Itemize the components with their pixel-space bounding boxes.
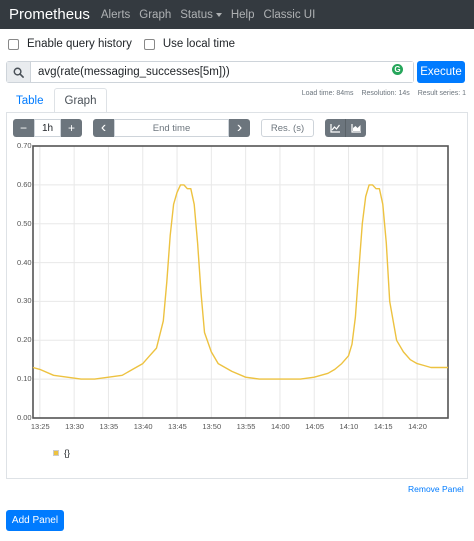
y-tick-label: 0.00 xyxy=(17,413,32,422)
y-tick-label: 0.30 xyxy=(17,296,32,306)
x-tick-label: 13:40 xyxy=(133,422,153,431)
top-navbar: Prometheus Alerts Graph Status Help Clas… xyxy=(0,0,474,29)
y-tick-label: 0.20 xyxy=(17,335,32,345)
y-tick-label: 0.40 xyxy=(17,257,32,267)
result-series-stat: Result series: 1 xyxy=(417,90,466,97)
range-control: − 1h + xyxy=(13,119,82,137)
increase-range-button[interactable]: + xyxy=(61,119,82,137)
stacked-chart-icon[interactable] xyxy=(345,119,366,137)
local-time-checkbox[interactable] xyxy=(143,38,155,50)
tab-graph[interactable]: Graph xyxy=(53,88,108,113)
y-tick-label: 0.10 xyxy=(17,374,32,384)
x-tick-label: 13:45 xyxy=(168,422,187,431)
y-tick-label: 0.70 xyxy=(17,141,32,150)
query-history-checkbox[interactable] xyxy=(8,38,19,50)
nav-graph[interactable]: Graph xyxy=(139,9,171,21)
tab-table[interactable]: Table xyxy=(6,88,54,113)
legend-swatch[interactable] xyxy=(53,450,59,456)
x-tick-label: 14:15 xyxy=(373,422,393,431)
nav-status-label: Status xyxy=(180,8,213,21)
query-stats: Load time: 84ms Resolution: 14s Result s… xyxy=(294,90,466,97)
expression-input[interactable] xyxy=(31,62,413,82)
x-tick-label: 14:10 xyxy=(339,422,359,431)
line-chart-icon[interactable] xyxy=(325,119,345,137)
load-time: Load time: 84ms xyxy=(301,90,354,97)
query-options: Enable query history Use local time xyxy=(8,38,247,50)
caret-down-icon xyxy=(215,12,222,17)
resolution-input[interactable]: Res. (s) xyxy=(261,119,314,137)
add-panel-button[interactable]: Add Panel xyxy=(6,510,64,531)
graph-legend: {} xyxy=(53,448,70,458)
nav-status[interactable]: Status xyxy=(180,9,222,21)
nav-classic-ui[interactable]: Classic UI xyxy=(264,9,316,21)
range-input[interactable]: 1h xyxy=(34,119,61,137)
next-time-button[interactable]: › xyxy=(229,119,250,137)
x-tick-label: 13:35 xyxy=(99,422,119,431)
x-tick-label: 13:30 xyxy=(65,422,84,431)
y-tick-label: 0.60 xyxy=(17,179,32,189)
previous-time-button[interactable]: ‹ xyxy=(93,119,114,137)
expression-box: G xyxy=(6,61,414,83)
decrease-range-button[interactable]: − xyxy=(13,119,34,137)
grammarly-icon[interactable]: G xyxy=(392,64,403,75)
query-history-label[interactable]: Enable query history xyxy=(27,38,132,50)
search-icon xyxy=(7,62,31,82)
x-tick-label: 14:00 xyxy=(270,422,290,431)
brand-logo[interactable]: Prometheus xyxy=(9,6,90,23)
y-tick-label: 0.50 xyxy=(17,218,32,228)
nav-help[interactable]: Help xyxy=(231,9,255,21)
end-time-control: ‹ End time › xyxy=(93,119,250,137)
view-tabs: Table Graph xyxy=(6,88,108,113)
x-tick-label: 13:50 xyxy=(202,422,222,431)
execute-button[interactable]: Execute xyxy=(417,61,465,83)
legend-label[interactable]: {} xyxy=(64,448,70,458)
chart-type-toggle xyxy=(325,119,366,137)
nav-alerts[interactable]: Alerts xyxy=(101,9,130,21)
x-tick-label: 13:55 xyxy=(236,422,256,431)
x-tick-label: 13:25 xyxy=(30,422,50,431)
x-tick-label: 14:05 xyxy=(305,422,325,431)
remove-panel-link[interactable]: Remove Panel xyxy=(408,484,464,494)
local-time-label[interactable]: Use local time xyxy=(163,38,235,50)
end-time-input[interactable]: End time xyxy=(114,119,229,137)
resolution-stat: Resolution: 14s xyxy=(361,90,410,97)
x-tick-label: 14:20 xyxy=(408,422,427,431)
